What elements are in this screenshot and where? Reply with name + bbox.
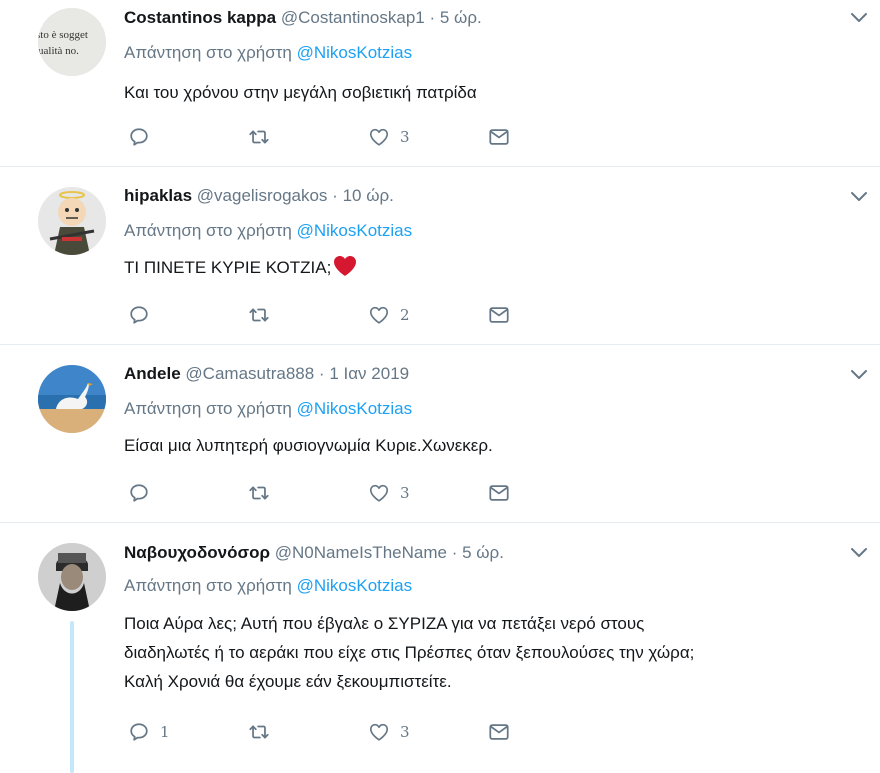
tweet-header: Costantinos kappa @Costantinoskap1 · 5 ώ… (124, 8, 482, 28)
direct-message-button[interactable] (488, 482, 510, 504)
retweet-icon (248, 482, 270, 504)
direct-message-button[interactable] (488, 126, 510, 148)
user-name[interactable]: Ναβουχοδονόσορ (124, 543, 270, 562)
tweet-text-line: Καλή Χρονιά θα έχουμε εάν ξεκουμπιστείτε… (124, 672, 452, 691)
reply-context: Απάντηση στο χρήστη @NikosKotzias (124, 221, 412, 241)
user-name[interactable]: hipaklas (124, 186, 192, 205)
reply-prefix: Απάντηση στο χρήστη (124, 399, 292, 418)
reply-icon (128, 721, 150, 743)
timestamp[interactable]: 1 Ιαν 2019 (329, 364, 409, 383)
envelope-icon (488, 304, 510, 326)
user-handle[interactable]: @Costantinoskap1 (281, 8, 425, 27)
retweet-button[interactable] (248, 482, 270, 504)
retweet-icon (248, 126, 270, 148)
heart-icon (368, 304, 390, 326)
tweet-header: Ναβουχοδονόσορ @N0NameIsTheName · 5 ώρ. (124, 543, 504, 563)
reply-button[interactable] (128, 482, 160, 504)
timestamp[interactable]: 5 ώρ. (462, 543, 504, 562)
tweet-text: ΤΙ ΠΙΝΕΤΕ ΚΥΡΙΕ ΚΟΤΖΙΑ; (124, 258, 332, 277)
direct-message-button[interactable] (488, 721, 510, 743)
thread-connector-line (70, 621, 74, 773)
tweet-text-line: Ποια Αύρα λες; Αυτή που έβγαλε ο ΣΥΡΙΖΑ … (124, 614, 645, 633)
mention-link[interactable]: @NikosKotzias (297, 43, 413, 62)
tweet-text: Και του χρόνου στην μεγάλη σοβιετική πατ… (124, 83, 477, 102)
separator-dot: · (318, 364, 325, 383)
reply-context: Απάντηση στο χρήστη @NikosKotzias (124, 43, 412, 63)
envelope-icon (488, 482, 510, 504)
chevron-down-icon[interactable] (850, 191, 868, 203)
red-heart-emoji-icon (334, 256, 357, 276)
reply-context: Απάντηση στο χρήστη @NikosKotzias (124, 399, 412, 419)
chevron-down-icon[interactable] (850, 12, 868, 24)
user-handle[interactable]: @Camasutra888 (185, 364, 314, 383)
retweet-button[interactable] (248, 304, 270, 326)
retweet-icon (248, 304, 270, 326)
reply-prefix: Απάντηση στο χρήστη (124, 43, 292, 62)
retweet-icon (248, 721, 270, 743)
avatar-text-line-1: sto è sogget (38, 29, 88, 41)
reply-button[interactable]: 1 (128, 721, 170, 743)
avatar[interactable] (38, 543, 106, 611)
reply-button[interactable] (128, 126, 160, 148)
like-button[interactable]: 3 (368, 721, 410, 743)
reply-button[interactable] (128, 304, 160, 326)
reply-prefix: Απάντηση στο χρήστη (124, 576, 292, 595)
timestamp[interactable]: 5 ώρ. (440, 8, 482, 27)
tweet-actions: 3 (128, 126, 528, 152)
like-count: 3 (400, 128, 410, 146)
like-button[interactable]: 2 (368, 304, 410, 326)
chevron-down-icon[interactable] (850, 369, 868, 381)
envelope-icon (488, 721, 510, 743)
heart-icon (368, 126, 390, 148)
tweet[interactable]: hipaklas @vagelisrogakos · 10 ώρ. Απάντη… (0, 167, 880, 345)
tweet-actions: 1 3 (128, 721, 528, 747)
mention-link[interactable]: @NikosKotzias (297, 576, 413, 595)
timestamp[interactable]: 10 ώρ. (343, 186, 394, 205)
tweet[interactable]: Andele @Camasutra888 · 1 Ιαν 2019 Απάντη… (0, 345, 880, 523)
tweet-text: Είσαι μια λυπητερή φυσιογνωμία Κυριε.Χων… (124, 436, 493, 455)
reply-icon (128, 482, 150, 504)
envelope-icon (488, 126, 510, 148)
retweet-button[interactable] (248, 126, 270, 148)
reply-icon (128, 304, 150, 326)
like-button[interactable]: 3 (368, 482, 410, 504)
tweet-actions: 3 (128, 482, 528, 508)
user-handle[interactable]: @N0NameIsTheName (275, 543, 447, 562)
direct-message-button[interactable] (488, 304, 510, 326)
like-count: 3 (400, 723, 410, 741)
user-name[interactable]: Costantinos kappa (124, 8, 276, 27)
chevron-down-icon[interactable] (850, 547, 868, 559)
heart-icon (368, 482, 390, 504)
mention-link[interactable]: @NikosKotzias (297, 399, 413, 418)
avatar[interactable] (38, 365, 106, 433)
mention-link[interactable]: @NikosKotzias (297, 221, 413, 240)
heart-icon (368, 721, 390, 743)
tweet-header: Andele @Camasutra888 · 1 Ιαν 2019 (124, 364, 409, 384)
avatar[interactable]: sto è sogget ualità no. (38, 8, 106, 76)
retweet-button[interactable] (248, 721, 270, 743)
separator-dot: · (332, 186, 338, 205)
reply-icon (128, 126, 150, 148)
user-name[interactable]: Andele (124, 364, 181, 383)
separator-dot: · (429, 8, 436, 27)
like-count: 2 (400, 306, 410, 324)
tweet-header: hipaklas @vagelisrogakos · 10 ώρ. (124, 186, 394, 206)
tweet-text: Ποια Αύρα λες; Αυτή που έβγαλε ο ΣΥΡΙΖΑ … (124, 609, 694, 696)
tweet-text-line: διαδηλωτές ή το αεράκι που είχε στις Πρέ… (124, 643, 695, 662)
reply-context: Απάντηση στο χρήστη @NikosKotzias (124, 576, 412, 596)
separator-dot: · (451, 543, 458, 562)
tweet[interactable]: Ναβουχοδονόσορ @N0NameIsTheName · 5 ώρ. … (0, 523, 880, 773)
reply-count: 1 (160, 723, 170, 741)
tweet-actions: 2 (128, 304, 528, 330)
reply-prefix: Απάντηση στο χρήστη (124, 221, 292, 240)
user-handle[interactable]: @vagelisrogakos (197, 186, 328, 205)
like-button[interactable]: 3 (368, 126, 410, 148)
avatar[interactable] (38, 187, 106, 255)
tweet[interactable]: sto è sogget ualità no. Costantinos kapp… (0, 0, 880, 167)
tweet-text-container: ΤΙ ΠΙΝΕΤΕ ΚΥΡΙΕ ΚΟΤΖΙΑ; (124, 253, 357, 282)
like-count: 3 (400, 484, 410, 502)
avatar-text-line-2: ualità no. (38, 45, 79, 57)
